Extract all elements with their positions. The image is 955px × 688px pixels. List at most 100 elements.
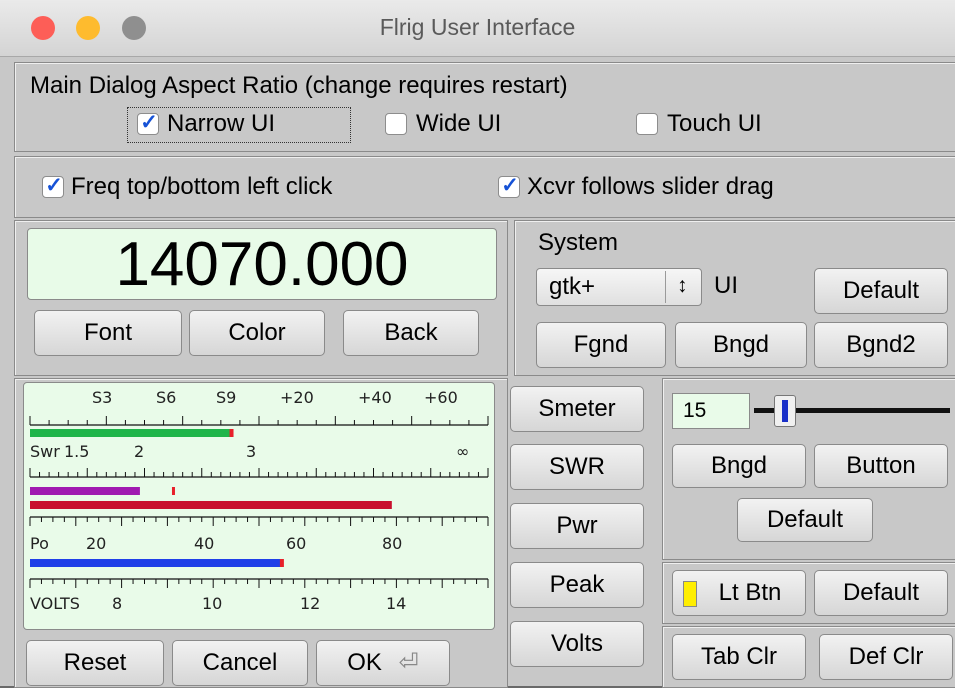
- back-button-label: Back: [384, 319, 438, 346]
- wide-ui-label[interactable]: Wide UI: [416, 110, 501, 138]
- smeter-bar: [30, 429, 232, 437]
- touch-ui-checkbox[interactable]: [636, 113, 658, 135]
- smeter-label: Smeter: [538, 395, 616, 422]
- spin-arrows-icon: ↕: [677, 274, 688, 297]
- peak-bar: [30, 501, 392, 509]
- lt-default-button[interactable]: Default: [814, 570, 948, 616]
- fgnd-button[interactable]: Fgnd: [536, 322, 666, 368]
- narrow-ui-label[interactable]: Narrow UI: [167, 110, 275, 138]
- frequency-display[interactable]: 14070.000: [27, 228, 497, 300]
- theme-select[interactable]: gtk+ ↕: [536, 268, 702, 306]
- tick-label: 1.5: [64, 442, 89, 461]
- check-icon: ✓: [501, 174, 519, 197]
- cancel-button[interactable]: Cancel: [172, 640, 308, 686]
- tick-label: Swr: [30, 442, 60, 461]
- volts-label: Volts: [550, 630, 604, 657]
- reset-label: Reset: [63, 649, 127, 676]
- slider-track-area[interactable]: [750, 393, 950, 429]
- def-clr-button[interactable]: Def Clr: [819, 634, 953, 680]
- ui-label: UI: [714, 272, 738, 299]
- window-title: Flrig User Interface: [379, 14, 576, 40]
- tick-label: 40: [194, 534, 214, 553]
- peak-button[interactable]: Peak: [510, 562, 644, 608]
- back-button[interactable]: Back: [343, 310, 479, 356]
- slider-value-box[interactable]: 15: [672, 393, 750, 429]
- check-icon: ✓: [45, 174, 63, 197]
- aspect-ratio-group: Main Dialog Aspect Ratio (change require…: [14, 62, 955, 152]
- slider-button-label: Button: [846, 452, 916, 479]
- tick-label: 60: [286, 534, 306, 553]
- bgnd2-label: Bgnd2: [846, 331, 916, 358]
- slider-value: 15: [683, 399, 707, 422]
- slider-bngd-button[interactable]: Bngd: [672, 444, 806, 488]
- tick-label: 14: [386, 594, 406, 613]
- freq-click-checkbox[interactable]: ✓: [42, 174, 64, 198]
- slider-button-button[interactable]: Button: [814, 444, 948, 488]
- narrow-ui-checkbox[interactable]: ✓: [137, 111, 159, 135]
- bngd-button[interactable]: Bngd: [675, 322, 807, 368]
- touch-ui-label[interactable]: Touch UI: [667, 110, 762, 138]
- meter-scales: S3 S6 S9 +20 +40 +60 Swr 1.5 2 3 ∞ Po 20 40 60 80 VOLTS 8…: [29, 388, 489, 613]
- fgnd-label: Fgnd: [573, 331, 629, 358]
- xcvr-follows-label[interactable]: Xcvr follows slider drag: [527, 173, 774, 201]
- tick-label: 2: [134, 442, 144, 461]
- swr-bar: [30, 487, 140, 495]
- tick-label: +40: [358, 388, 392, 407]
- pwr-button[interactable]: Pwr: [510, 503, 644, 549]
- tick-label: Po: [30, 534, 49, 553]
- slider-bngd-label: Bngd: [710, 452, 768, 479]
- def-clr-label: Def Clr: [848, 643, 924, 670]
- swr-button[interactable]: SWR: [510, 444, 644, 490]
- slider-default-button[interactable]: Default: [737, 498, 873, 542]
- color-button[interactable]: Color: [189, 310, 325, 356]
- tick-label: S6: [156, 388, 176, 407]
- pwr-label: Pwr: [556, 512, 598, 539]
- tab-clr-button[interactable]: Tab Clr: [672, 634, 806, 680]
- font-button[interactable]: Font: [34, 310, 182, 356]
- swr-peak-marker: [171, 487, 175, 495]
- tick-label: 80: [382, 534, 402, 553]
- smeter-peak-marker: [229, 429, 234, 437]
- swr-label: SWR: [549, 453, 605, 480]
- tick-label: 12: [300, 594, 320, 613]
- tick-label: 3: [246, 442, 256, 461]
- freq-click-label[interactable]: Freq top/bottom left click: [71, 173, 332, 201]
- tick-label: S3: [92, 388, 112, 407]
- tick-label: VOLTS: [30, 594, 80, 613]
- tab-clr-label: Tab Clr: [700, 643, 778, 670]
- check-icon: ✓: [140, 111, 158, 134]
- lt-btn-button[interactable]: Lt Btn: [672, 570, 806, 616]
- wide-ui-checkbox[interactable]: [385, 113, 407, 135]
- cancel-label: Cancel: [202, 649, 278, 676]
- tick-label: +20: [280, 388, 314, 407]
- bgnd2-button[interactable]: Bgnd2: [814, 322, 948, 368]
- tick-label: +60: [424, 388, 458, 407]
- slider-default-label: Default: [766, 506, 844, 533]
- tick-label: 10: [202, 594, 222, 613]
- enter-key-icon: ⏎: [398, 649, 419, 676]
- slider-thumb[interactable]: [774, 395, 797, 427]
- tick-label: 8: [112, 594, 122, 613]
- tick-label: ∞: [456, 442, 469, 461]
- lt-default-label: Default: [842, 579, 920, 606]
- peak-label: Peak: [549, 571, 605, 598]
- reset-button[interactable]: Reset: [26, 640, 164, 686]
- title-bar: Flrig User Interface: [0, 0, 955, 57]
- click-options-group: ✓ Freq top/bottom left click ✓ Xcvr foll…: [14, 156, 955, 218]
- system-label: System: [538, 229, 619, 256]
- xcvr-follows-checkbox[interactable]: ✓: [498, 174, 520, 198]
- ok-button[interactable]: OK ⏎: [316, 640, 450, 686]
- meter-panel: S3 S6 S9 +20 +40 +60 Swr 1.5 2 3 ∞ Po 20 40 60 80 VOLTS 8…: [23, 382, 495, 630]
- font-button-label: Font: [83, 319, 133, 346]
- bngd-label: Bngd: [712, 331, 770, 358]
- system-default-label: Default: [842, 277, 920, 304]
- smeter-button[interactable]: Smeter: [510, 386, 644, 432]
- system-default-button[interactable]: Default: [814, 268, 948, 314]
- flrig-window: Flrig User Interface Main Dialog Aspect …: [0, 0, 955, 688]
- tick-label: S9: [216, 388, 236, 407]
- ok-label: OK: [347, 649, 382, 676]
- aspect-ratio-heading: Main Dialog Aspect Ratio (change require…: [30, 72, 568, 99]
- theme-value: gtk+: [549, 273, 596, 300]
- volts-button[interactable]: Volts: [510, 621, 644, 667]
- slider-thumb-grip: [782, 400, 789, 422]
